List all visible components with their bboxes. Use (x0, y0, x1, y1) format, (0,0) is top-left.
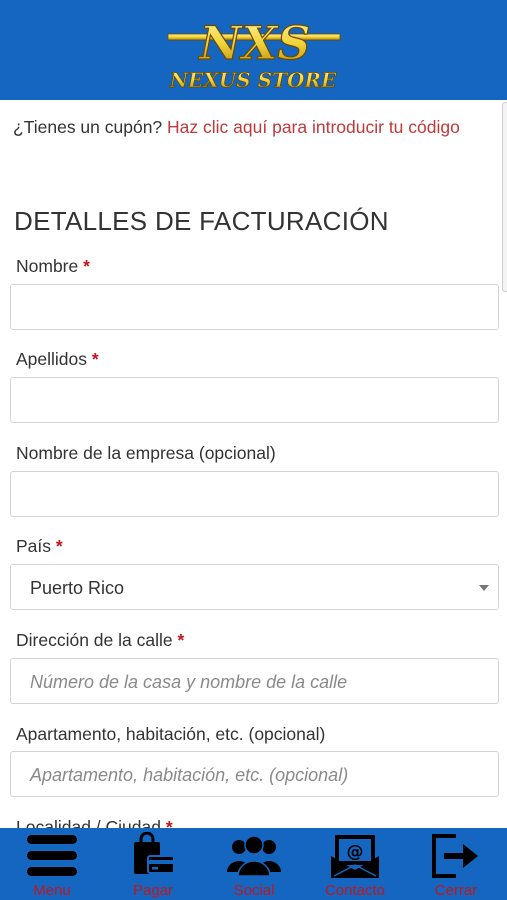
last-name-label: Apellidos * (16, 349, 99, 369)
country-label: País * (16, 536, 63, 556)
required-mark: * (177, 630, 185, 650)
street-field[interactable]: Número de la casa y nombre de la calle (10, 658, 499, 704)
nav-pay-button[interactable]: Pagar (103, 828, 203, 900)
app-header: NXS NEXUS STORE (0, 0, 507, 100)
apartment-label: Apartamento, habitación, etc. (opcional) (16, 724, 326, 744)
hamburger-icon (25, 832, 79, 885)
apartment-field[interactable]: Apartamento, habitación, etc. (opcional) (10, 751, 499, 797)
chevron-down-icon (479, 585, 489, 591)
nav-contact-button[interactable]: @ Contacto (305, 828, 405, 900)
nexus-store-logo[interactable]: NXS NEXUS STORE (150, 12, 360, 92)
company-label: Nombre de la empresa (opcional) (16, 443, 276, 463)
logo-subtitle: NEXUS STORE (169, 68, 337, 92)
envelope-at-icon: @ (330, 832, 380, 885)
nav-pay-label: Pagar (132, 882, 174, 899)
first-name-field[interactable] (10, 284, 499, 330)
svg-text:@: @ (347, 842, 364, 862)
nav-social-label: Social (233, 882, 275, 899)
street-placeholder: Número de la casa y nombre de la calle (30, 672, 348, 692)
required-mark: * (83, 256, 90, 276)
required-mark: * (91, 349, 99, 369)
shopping-bag-card-icon (128, 831, 178, 885)
nav-close-button[interactable]: Cerrar (406, 828, 506, 900)
logo-mark: NXS (198, 16, 311, 70)
first-name-label: Nombre * (16, 256, 90, 276)
nav-menu-label: Menu (33, 882, 71, 899)
coupon-question: ¿Tienes un cupón? (13, 117, 163, 137)
street-label: Dirección de la calle * (16, 630, 185, 650)
users-group-icon (226, 832, 282, 885)
nav-contact-label: Contacto (324, 882, 386, 899)
required-mark: * (165, 817, 173, 828)
required-mark: * (55, 536, 63, 556)
coupon-link[interactable]: Haz clic aquí para introducir tu código (167, 117, 460, 137)
last-name-field[interactable] (10, 377, 499, 423)
billing-details-title: DETALLES DE FACTURACIÓN (14, 206, 389, 236)
country-select[interactable]: Puerto Rico (10, 564, 499, 610)
bottom-nav: Menu Pagar Social @ Contacto Cerrar (0, 828, 507, 900)
sign-out-icon (430, 832, 482, 885)
coupon-notice: ¿Tienes un cupón? Haz clic aquí para int… (13, 114, 483, 141)
scroll-indicator[interactable] (502, 102, 507, 292)
company-field[interactable] (10, 471, 499, 517)
nav-close-label: Cerrar (434, 882, 478, 899)
country-selected-value: Puerto Rico (30, 578, 125, 598)
checkout-form: ¿Tienes un cupón? Haz clic aquí para int… (0, 100, 507, 828)
nav-menu-button[interactable]: Menu (2, 828, 102, 900)
city-label: Localidad / Ciudad * (16, 817, 173, 828)
nav-social-button[interactable]: Social (204, 828, 304, 900)
apartment-placeholder: Apartamento, habitación, etc. (opcional) (30, 765, 349, 785)
